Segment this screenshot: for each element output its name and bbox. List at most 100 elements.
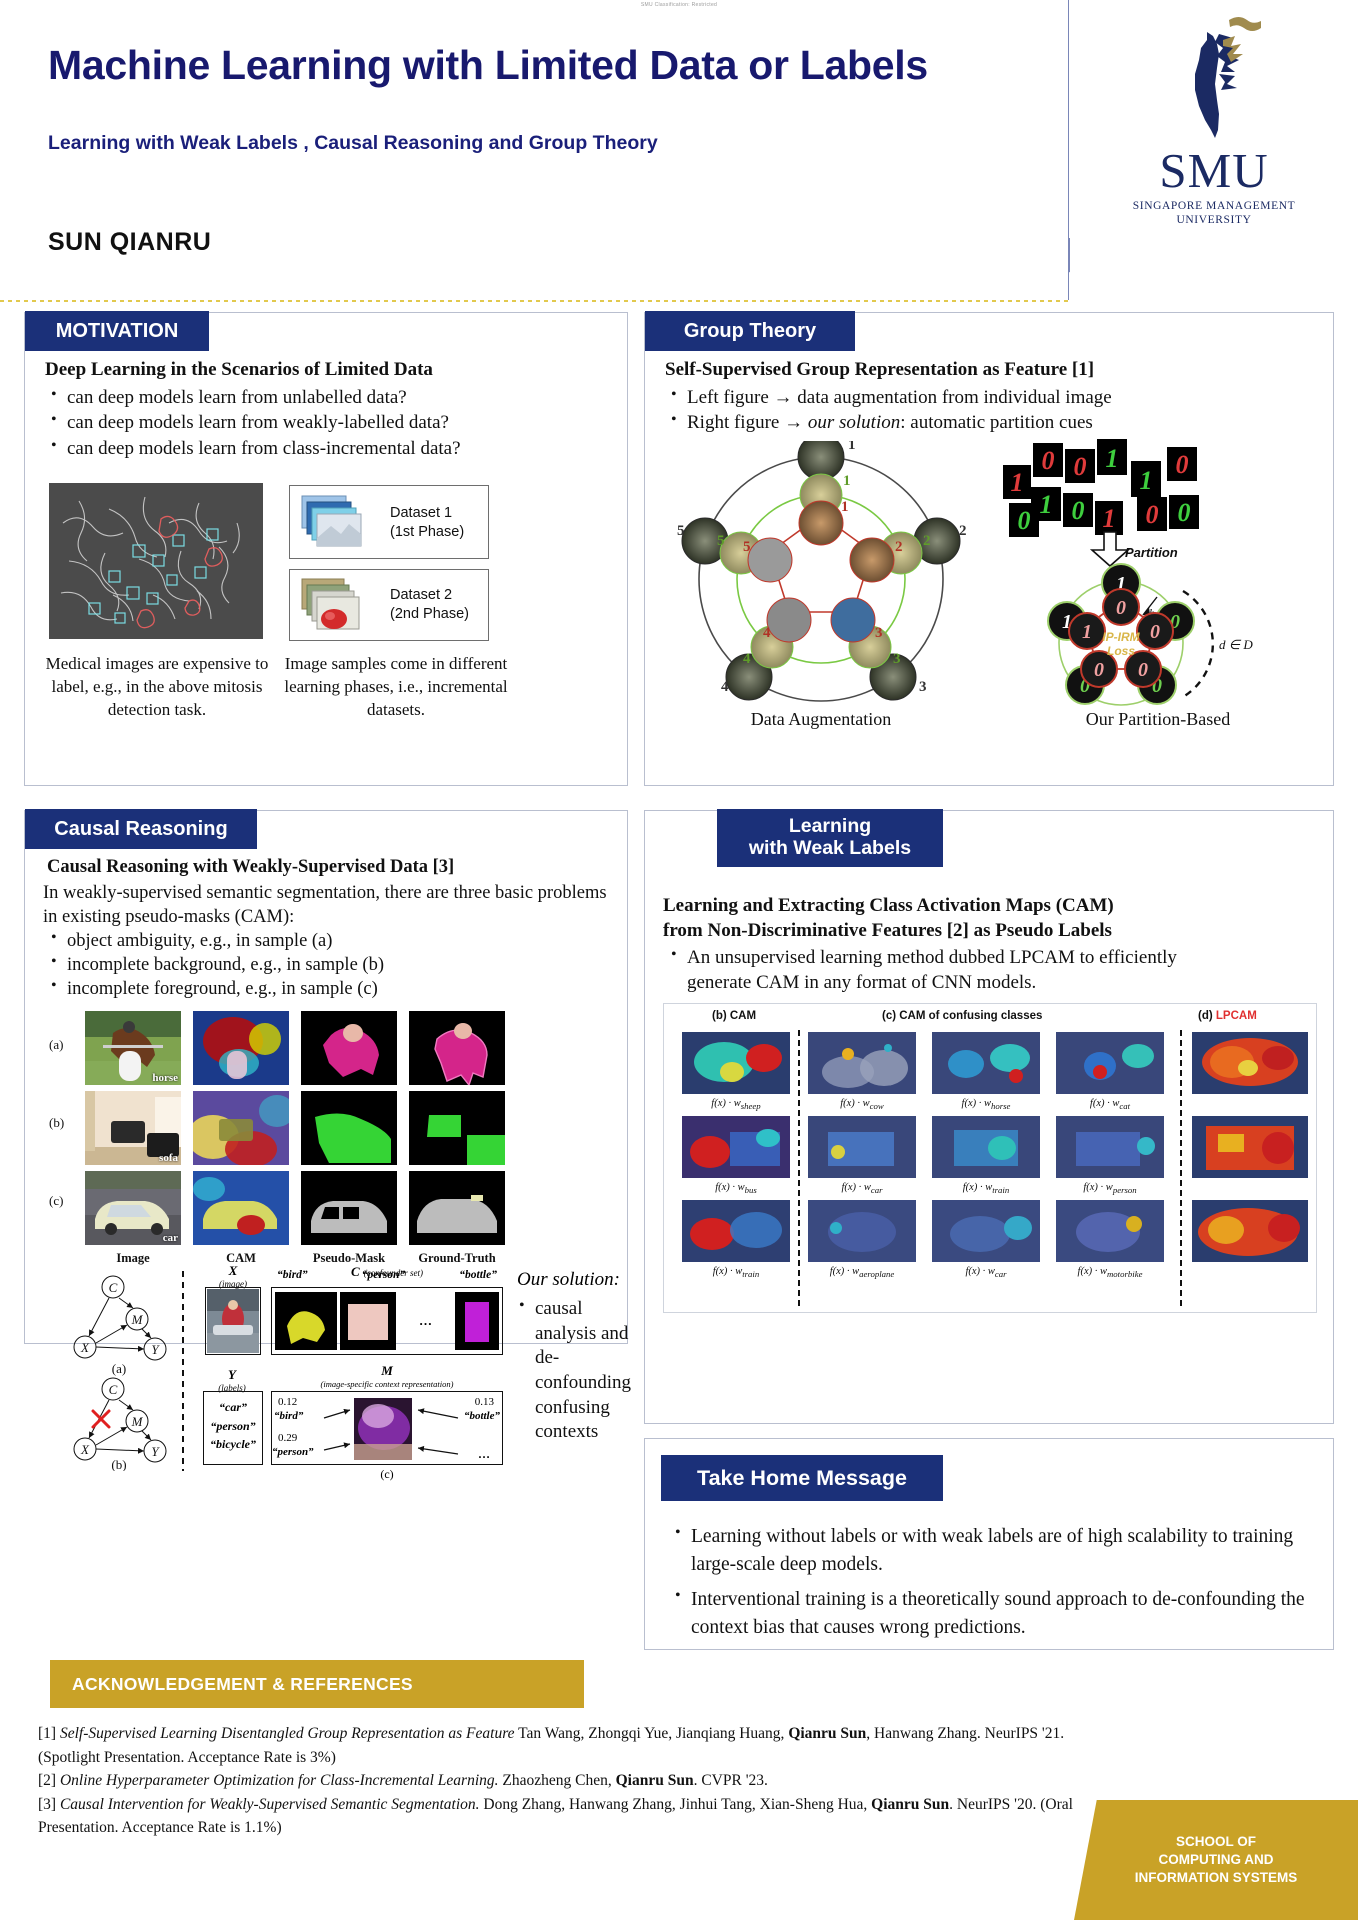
school-badge-line3: INFORMATION SYSTEMS bbox=[1134, 1870, 1298, 1886]
smu-tagline-line2: UNIVERSITY bbox=[1176, 213, 1252, 226]
page-subtitle: Learning with Weak Labels , Causal Reaso… bbox=[48, 132, 658, 154]
reference-3-author-bold: Qianru Sun bbox=[871, 1795, 950, 1813]
list-item: causal analysis and de-confounding confu… bbox=[515, 1296, 631, 1445]
group-theory-heading: Self-Supervised Group Representation as … bbox=[665, 359, 1095, 380]
image-stack-icon bbox=[301, 495, 362, 547]
reference-2-author-bold: Qianru Sun bbox=[615, 1772, 694, 1790]
lpcam-label: f(x) · wcar bbox=[965, 1266, 1007, 1280]
cam-tag-sofa: sofa bbox=[159, 1152, 178, 1164]
lpcam-cell bbox=[1056, 1032, 1164, 1094]
lpcam-label: f(x) · wmotorbike bbox=[1077, 1266, 1143, 1280]
svg-text:X: X bbox=[80, 1340, 90, 1355]
m-context-heatmap bbox=[354, 1398, 412, 1460]
data-augmentation-ring-figure: 1 2 3 4 5 1 2 3 4 5 1 2 3 4 5 bbox=[663, 433, 979, 711]
lpcam-cell bbox=[808, 1116, 916, 1178]
section-header-causal-reasoning: Causal Reasoning bbox=[25, 809, 257, 849]
list-item: Right figure → our solution: automatic p… bbox=[667, 409, 1112, 435]
lpcam-cell bbox=[932, 1116, 1040, 1178]
lpcam-cell bbox=[808, 1200, 916, 1262]
svg-text:2: 2 bbox=[895, 539, 903, 555]
reference-3-title: Causal Intervention for Weakly-Supervise… bbox=[59, 1795, 480, 1813]
weak-labels-title-line2: with Weak Labels bbox=[748, 837, 912, 859]
lpcam-cell bbox=[1056, 1200, 1164, 1262]
reference-2-authors-pre: Zhaozheng Chen, bbox=[498, 1772, 616, 1790]
reference-2-title: Online Hyperparameter Optimization for C… bbox=[59, 1772, 499, 1790]
section-header-weak-labels: Learning with Weak Labels bbox=[717, 809, 943, 867]
lpcam-col-b-header: (b) CAM bbox=[712, 1010, 757, 1022]
svg-text:1: 1 bbox=[1106, 444, 1119, 473]
school-badge-line1: SCHOOL OF bbox=[1175, 1833, 1256, 1849]
m-ellipsis: … bbox=[478, 1447, 490, 1461]
lpcam-cell-lpcam bbox=[1192, 1116, 1308, 1178]
list-item: incomplete background, e.g., in sample (… bbox=[47, 952, 384, 977]
reference-3-authors-pre: Dong Zhang, Hanwang Zhang, Jinhui Tang, … bbox=[479, 1795, 872, 1813]
dag-sublabel-c: (c) bbox=[380, 1467, 394, 1481]
svg-text:1: 1 bbox=[1040, 490, 1053, 519]
list-item: Learning without labels or with weak lab… bbox=[671, 1522, 1311, 1578]
group-theory-bullets: Left figure → data augmentation from ind… bbox=[667, 384, 1112, 436]
svg-text:0: 0 bbox=[1138, 659, 1148, 681]
list-item: can deep models learn from class-increme… bbox=[47, 435, 461, 461]
reference-1-authors-pre: Tan Wang, Zhongqi Yue, Jianqiang Huang, bbox=[514, 1725, 789, 1742]
list-item: can deep models learn from weakly-labell… bbox=[47, 409, 461, 435]
partition-based-caption: Our Partition-Based bbox=[1085, 709, 1231, 729]
svg-text:1: 1 bbox=[1011, 468, 1024, 497]
reference-2: [2] Online Hyperparameter Optimization f… bbox=[38, 1769, 1118, 1793]
take-home-panel: Take Home Message Learning without label… bbox=[644, 1438, 1334, 1650]
svg-text:4: 4 bbox=[721, 679, 729, 695]
group-theory-panel: Group Theory Self-Supervised Group Repre… bbox=[644, 311, 1334, 786]
svg-text:3: 3 bbox=[893, 651, 901, 667]
smu-logo: SMU SINGAPORE MANAGEMENT UNIVERSITY bbox=[1069, 14, 1358, 227]
cam-heatmap-c bbox=[193, 1171, 289, 1245]
svg-text:(b): (b) bbox=[111, 1457, 126, 1471]
cam-heatmap-b bbox=[193, 1091, 289, 1165]
motivation-heading: Deep Learning in the Scenarios of Limite… bbox=[45, 359, 433, 380]
confounder-labels: “bird” “person” “bottle” bbox=[271, 1269, 503, 1281]
confounder-set-box: … bbox=[271, 1287, 503, 1355]
lpcam-col-d-header: (d) LPCAM bbox=[1198, 1010, 1257, 1022]
svg-text:Y: Y bbox=[151, 1444, 160, 1459]
confounder-ellipsis: … bbox=[419, 1313, 432, 1328]
svg-text:1: 1 bbox=[1103, 504, 1116, 533]
m-context-box: 0.12 “bird” 0.13 “bottle” 0.29 “person” … bbox=[271, 1391, 503, 1465]
lpcam-col-c-header: (c) CAM of confusing classes bbox=[882, 1010, 1043, 1022]
svg-text:2: 2 bbox=[923, 533, 931, 549]
table-row: sofa bbox=[85, 1091, 181, 1165]
svg-text:2: 2 bbox=[959, 523, 967, 539]
svg-text:1: 1 bbox=[841, 499, 849, 515]
cam-col-header-image: Image bbox=[116, 1251, 150, 1265]
list-item: Interventional training is a theoretical… bbox=[671, 1585, 1311, 1641]
references-list: [1] Self-Supervised Learning Disentangle… bbox=[38, 1722, 1118, 1840]
causal-bullets: object ambiguity, e.g., in sample (a) in… bbox=[47, 928, 384, 1001]
svg-text:M: M bbox=[131, 1312, 144, 1327]
causal-heading: Causal Reasoning with Weakly-Supervised … bbox=[47, 857, 455, 877]
y-item-person: “person” bbox=[210, 1418, 256, 1433]
svg-text:IP-IRM: IP-IRM bbox=[1102, 630, 1140, 644]
m-name-person: “person” bbox=[272, 1446, 314, 1458]
cam-row-label-b: (b) bbox=[49, 1115, 65, 1130]
logo-panel-bevel bbox=[1069, 238, 1358, 300]
reference-1: [1] Self-Supervised Learning Disentangle… bbox=[38, 1722, 1118, 1769]
confounder-bottle bbox=[455, 1292, 499, 1350]
lpcam-cell bbox=[682, 1200, 790, 1262]
confounder-label-bird: “bird” bbox=[277, 1269, 308, 1281]
cam-comparison-grid: (a) (b) (c) horse sofa car Image CAM Pse… bbox=[49, 1011, 613, 1265]
cam-row-label-c: (c) bbox=[49, 1193, 64, 1208]
svg-text:Loss: Loss bbox=[1107, 644, 1135, 658]
lpcam-label: f(x) · whorse bbox=[961, 1098, 1011, 1112]
author-name: SUN QIANRU bbox=[48, 228, 212, 256]
svg-text:0: 0 bbox=[1018, 506, 1031, 535]
section-header-group-theory: Group Theory bbox=[645, 311, 855, 351]
y-item-car: “car” bbox=[219, 1400, 247, 1414]
dag-x-label: X (image) bbox=[219, 1263, 247, 1289]
lpcam-cell bbox=[808, 1032, 916, 1094]
confounder-bird bbox=[275, 1292, 337, 1350]
poster-header: Machine Learning with Limited Data or La… bbox=[0, 0, 1358, 302]
causal-reasoning-panel: Causal Reasoning Causal Reasoning with W… bbox=[24, 809, 631, 1481]
weak-labels-title-line1: Learning bbox=[788, 815, 872, 838]
mitosis-microscopy-image bbox=[49, 483, 263, 639]
confounder-label-person: “person” bbox=[361, 1269, 406, 1281]
lpcam-col-d-name: LPCAM bbox=[1215, 1010, 1257, 1022]
svg-text:3: 3 bbox=[875, 625, 883, 641]
svg-text:(a): (a) bbox=[112, 1361, 126, 1376]
